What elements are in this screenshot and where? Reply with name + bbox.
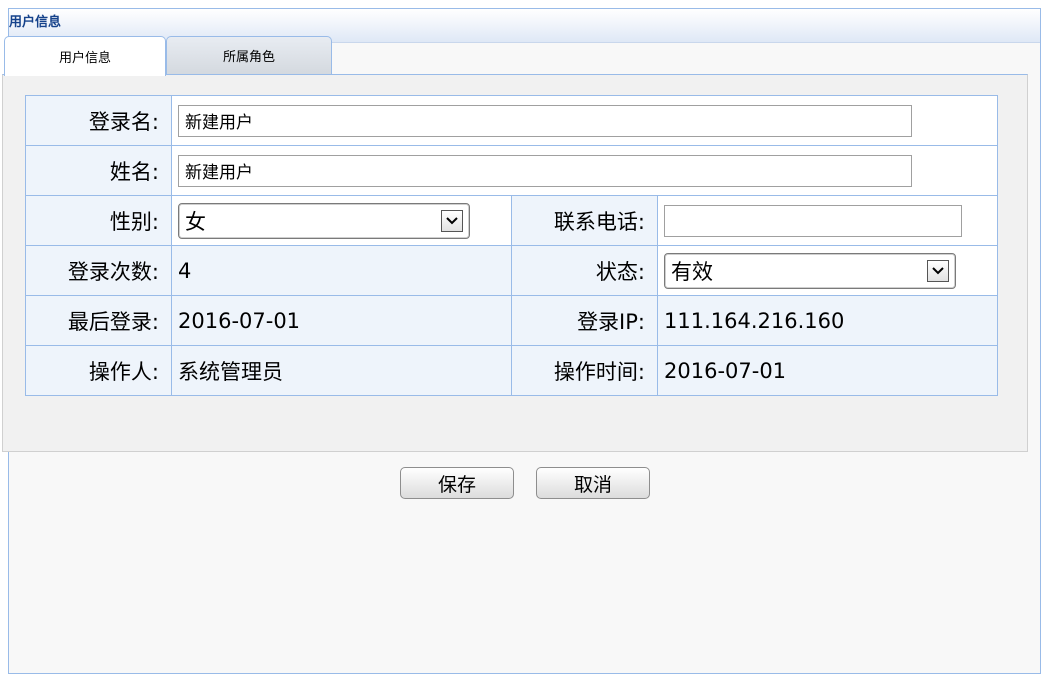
login-name-input[interactable]: 新建用户 bbox=[178, 104, 912, 137]
phone-input[interactable] bbox=[664, 204, 962, 237]
form-row: 姓名: 新建用户 bbox=[25, 145, 998, 196]
login-ip-value: 111.164.216.160 bbox=[657, 295, 998, 346]
last-login-label: 最后登录: bbox=[25, 295, 172, 346]
login-ip-label: 登录IP: bbox=[511, 295, 658, 346]
phone-cell bbox=[657, 195, 998, 246]
chevron-down-icon[interactable] bbox=[441, 209, 463, 232]
tab-roles[interactable]: 所属角色 bbox=[166, 36, 332, 74]
login-name-cell: 新建用户 bbox=[171, 95, 998, 146]
last-login-value: 2016-07-01 bbox=[171, 295, 512, 346]
panel-title: 用户信息 bbox=[9, 15, 62, 30]
gender-cell: 女 bbox=[171, 195, 512, 246]
operator-value: 系统管理员 bbox=[171, 345, 512, 396]
tab-user-info[interactable]: 用户信息 bbox=[4, 36, 166, 76]
gender-selected-value: 女 bbox=[185, 209, 206, 234]
status-select[interactable]: 有效 bbox=[664, 252, 956, 289]
status-selected-value: 有效 bbox=[671, 259, 713, 284]
user-form-table: 登录名: 新建用户 姓名: 新建用户 性别: 女 联系电话: 登录次数: 4 状… bbox=[25, 95, 998, 396]
full-name-label: 姓名: bbox=[25, 145, 172, 196]
chevron-down-icon[interactable] bbox=[927, 259, 949, 282]
full-name-input[interactable]: 新建用户 bbox=[178, 154, 912, 187]
operation-time-label: 操作时间: bbox=[511, 345, 658, 396]
status-cell: 有效 bbox=[657, 245, 998, 296]
form-row: 登录名: 新建用户 bbox=[25, 95, 998, 146]
form-row: 登录次数: 4 状态: 有效 bbox=[25, 245, 998, 296]
gender-label: 性别: bbox=[25, 195, 172, 246]
form-row: 最后登录: 2016-07-01 登录IP: 111.164.216.160 bbox=[25, 295, 998, 346]
login-count-label: 登录次数: bbox=[25, 245, 172, 296]
operation-time-value: 2016-07-01 bbox=[657, 345, 998, 396]
cancel-button[interactable]: 取消 bbox=[536, 467, 650, 499]
gender-select[interactable]: 女 bbox=[178, 202, 470, 239]
login-count-value: 4 bbox=[171, 245, 512, 296]
full-name-cell: 新建用户 bbox=[171, 145, 998, 196]
status-label: 状态: bbox=[511, 245, 658, 296]
form-row: 操作人: 系统管理员 操作时间: 2016-07-01 bbox=[25, 345, 998, 396]
form-row: 性别: 女 联系电话: bbox=[25, 195, 998, 246]
operator-label: 操作人: bbox=[25, 345, 172, 396]
login-name-label: 登录名: bbox=[25, 95, 172, 146]
save-button[interactable]: 保存 bbox=[400, 467, 514, 499]
phone-label: 联系电话: bbox=[511, 195, 658, 246]
